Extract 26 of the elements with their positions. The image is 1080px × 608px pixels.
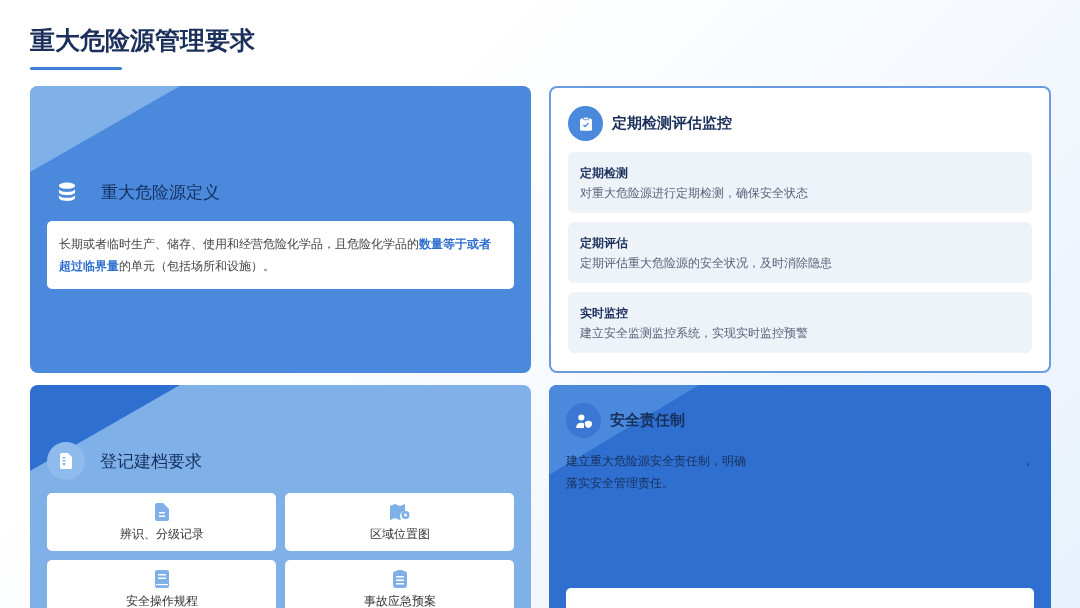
card-title: 重大危险源定义 <box>101 180 220 204</box>
item-text: 建立安全监测监控系统，实现实时监控预警 <box>580 325 809 341</box>
card-title: 登记建档要求 <box>100 449 202 473</box>
tile-label: 事故应急预案 <box>363 594 436 608</box>
item-title: 定期检测 <box>580 165 629 181</box>
stray-comma: ， <box>1022 453 1034 470</box>
file-icon <box>47 442 85 480</box>
document-icon <box>154 503 169 521</box>
card-title: 安全责任制 <box>610 411 685 430</box>
page-title: 重大危险源管理要求 <box>30 25 256 57</box>
tile-label: 辨识、分级记录 <box>119 527 204 541</box>
card-title: 定期检测评估监控 <box>612 114 732 133</box>
map-pin-icon <box>389 503 410 521</box>
database-icon <box>58 182 76 202</box>
tile-label: 区域位置图 <box>369 527 430 541</box>
item-title: 定期评估 <box>580 235 629 251</box>
item-text: 对重大危险源进行定期检测，确保安全状态 <box>580 185 809 201</box>
book-icon <box>154 570 169 588</box>
definition-text: 长期或者临时生产、储存、使用和经营危险化学品，且危险化学品的数量等于或者超过临界量的单元（包括场所和设施）。 <box>59 236 492 275</box>
clipboard-icon <box>568 106 603 141</box>
checklist-icon <box>392 570 407 588</box>
description-line: 落实安全管理责任。 <box>566 476 674 490</box>
item-text: 定期评估重大危险源的安全状况，及时消除隐患 <box>580 255 833 271</box>
description-line: 建立重大危险源安全责任制，明确 <box>566 454 746 468</box>
item-title: 实时监控 <box>580 305 629 321</box>
tile-label: 安全操作规程 <box>125 594 198 608</box>
